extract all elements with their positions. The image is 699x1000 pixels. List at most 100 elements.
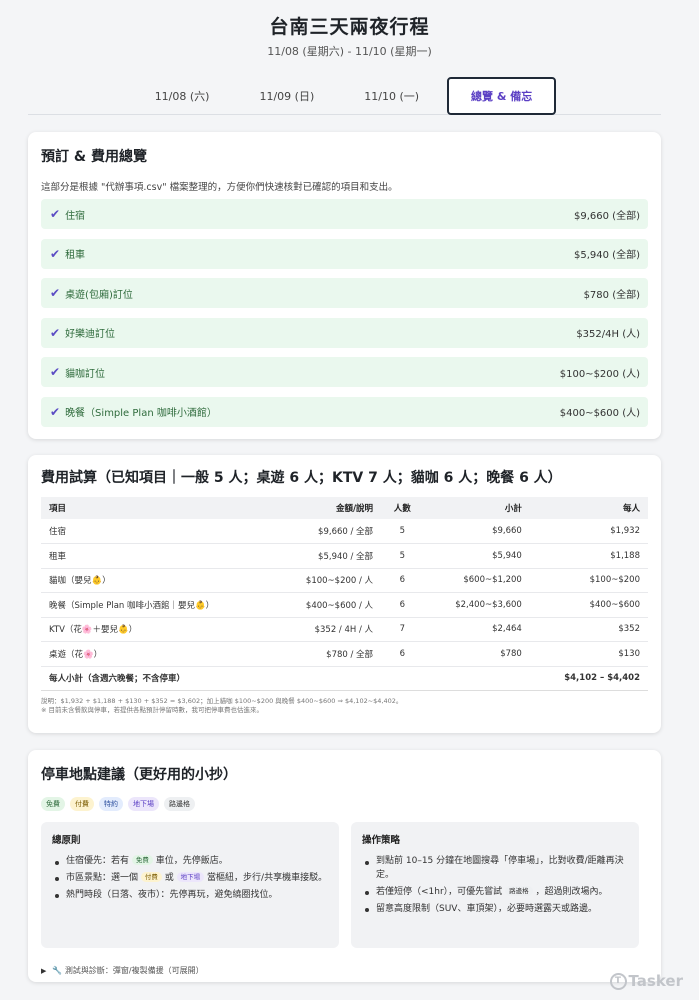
tag-underground: 地下場	[128, 797, 159, 811]
list-item: 熱門時段（日落、夜市）：先停再玩，避免繞圈找位。	[52, 889, 328, 903]
col-amount: 金額/說明	[335, 504, 374, 514]
strategy-list: 到點前 10–15 分鐘在地圖搜尋「停車場」，比對收費/距離再決定。 若僅短停（…	[362, 855, 628, 917]
total-label: 每人小計（含週六晚餐；不含停車）	[41, 666, 530, 691]
table-row: 貓咖（嬰兒👶） $100~$200 / 人 6 $600~$1,200 $100…	[41, 568, 648, 593]
parking-title: 停車地點建議（更好用的小抄）	[41, 767, 237, 783]
booking-row: ✔ 晚餐（Simple Plan 咖啡小酒館） $400~$600 (人)	[41, 396, 648, 427]
tag-roadside: 路邊格	[505, 885, 533, 896]
tasker-logo-icon: T	[609, 972, 627, 990]
cell-subtotal: $2,464	[423, 617, 530, 642]
tab-day2[interactable]: 11/09 (日)	[237, 78, 336, 114]
estimate-title: 費用試算（已知項目｜一般 5 人；桌遊 6 人；KTV 7 人；貓咖 6 人；晚…	[41, 470, 562, 486]
booking-row: ✔ 好樂迪訂位 $352/4H (人)	[41, 317, 648, 348]
cell-item: 貓咖（嬰兒👶）	[41, 568, 275, 593]
page-title: 台南三天兩夜行程	[269, 16, 430, 38]
estimate-note: 說明：$1,932 + $1,188 + $130 + $352 = $3,60…	[41, 697, 648, 716]
list-item: 留意高度限制（SUV、車頂架），必要時選露天或路邊。	[362, 903, 628, 917]
col-per: 每人	[622, 504, 640, 514]
text-fragment: 市區景點：選一個	[66, 872, 139, 883]
booking-label: 桌遊(包廂)訂位	[65, 289, 133, 301]
principles-list: 住宿優先：若有 免費 車位，先停飯店。 市區景點：選一個 付費 或 地下場 當樞…	[52, 855, 328, 903]
cell-per: $400~$600	[529, 592, 648, 618]
list-item: 市區景點：選一個 付費 或 地下場 當樞紐，步行/共享機車接駁。	[52, 871, 328, 886]
booking-value: $780 (全部)	[583, 289, 640, 301]
cell-item: 桌遊（花🌸）	[41, 641, 275, 667]
table-row: 晚餐（Simple Plan 咖啡小酒館｜嬰兒👶） $400~$600 / 人 …	[41, 592, 648, 618]
booking-label: 租車	[65, 250, 86, 261]
tag-special: 特約	[99, 797, 123, 811]
cell-amount: $9,660 / 全部	[274, 519, 382, 544]
principles-title: 總原則	[52, 835, 81, 846]
text-fragment: 或	[164, 872, 174, 883]
diagnostics-toggle[interactable]: ▶ 🔧 測試與診斷：彈窗/複製備援（可展開）	[41, 965, 648, 976]
cell-people: 5	[381, 519, 424, 544]
check-icon: ✔	[50, 404, 61, 419]
booking-card: 預訂 & 費用總覽 這部分是根據 "代辦事項.csv" 檔案整理的，方便你們快速…	[28, 132, 661, 439]
cell-per: $1,188	[529, 543, 648, 569]
booking-value: $5,940 (全部)	[574, 250, 640, 261]
check-icon: ✔	[50, 365, 61, 379]
cell-per: $1,932	[529, 519, 648, 544]
check-icon: ✔	[50, 286, 61, 300]
tag-free: 免費	[41, 797, 65, 811]
booking-label: 晚餐（Simple Plan 咖啡小酒館）	[65, 408, 217, 419]
cell-subtotal: $9,660	[423, 519, 530, 544]
table-row: 桌遊（花🌸） $780 / 全部 6 $780 $130	[41, 641, 648, 667]
booking-row: ✔ 住宿 $9,660 (全部)	[41, 199, 648, 229]
total-row: 每人小計（含週六晚餐；不含停車） $4,102 – $4,402	[41, 666, 648, 691]
tab-overview[interactable]: 總覽 & 備忘	[447, 77, 557, 115]
cell-item: 租車	[41, 543, 275, 569]
list-item: 若僅短停（<1hr），可優先嘗試 路邊格 ，超過則改場內。	[362, 885, 628, 900]
cell-amount: $780 / 全部	[274, 641, 382, 667]
booking-row: ✔ 桌遊(包廂)訂位 $780 (全部)	[41, 278, 648, 308]
booking-row: ✔ 租車 $5,940 (全部)	[41, 238, 648, 269]
tab-day1[interactable]: 11/08 (六)	[133, 78, 232, 114]
table-header-row: 項目 金額/說明 人數 小計 每人	[41, 497, 648, 519]
booking-row: ✔ 貓咖訂位 $100~$200 (人)	[41, 357, 648, 387]
parking-boxes: 總原則 住宿優先：若有 免費 車位，先停飯店。 市區景點：選一個 付費 或 地下…	[41, 822, 648, 948]
tag-free: 免費	[131, 855, 153, 865]
tab-day3[interactable]: 11/10 (一)	[342, 78, 441, 114]
cell-per: $100~$200	[529, 568, 648, 593]
booking-list: ✔ 住宿 $9,660 (全部) ✔ 租車 $5,940 (全部) ✔ 桌遊(包廂)訂…	[41, 199, 648, 427]
booking-value: $9,660 (全部)	[574, 210, 640, 222]
parking-legend: 免費 付費 特約 地下場 路邊格	[41, 797, 648, 811]
table-row: 租車 $5,940 / 全部 5 $5,940 $1,188	[41, 543, 648, 569]
booking-value: $400~$600 (人)	[559, 408, 640, 419]
booking-label: 好樂迪訂位	[65, 329, 116, 340]
watermark-text: Tasker	[628, 972, 684, 990]
page-subtitle: 11/08 (星期六) - 11/10 (星期一)	[267, 45, 432, 58]
strategy-box: 操作策略 到點前 10–15 分鐘在地圖搜尋「停車場」，比對收費/距離再決定。 …	[351, 822, 639, 948]
cell-per: $352	[529, 617, 648, 642]
cell-people: 7	[381, 617, 424, 642]
list-item: 到點前 10–15 分鐘在地圖搜尋「停車場」，比對收費/距離再決定。	[362, 855, 628, 883]
cell-subtotal: $5,940	[423, 543, 530, 569]
text-fragment: ，超過則改場內。	[535, 886, 608, 897]
watermark-logo: T Tasker	[609, 972, 684, 990]
col-subtotal: 小計	[504, 504, 522, 514]
booking-value: $100~$200 (人)	[559, 368, 640, 380]
col-people: 人數	[393, 504, 411, 514]
cell-subtotal: $2,400~$3,600	[423, 592, 530, 618]
cell-people: 6	[381, 568, 424, 593]
tag-underground: 地下場	[176, 871, 205, 882]
check-icon: ✔	[50, 246, 61, 261]
booking-label: 住宿	[65, 210, 86, 222]
parking-card: 停車地點建議（更好用的小抄） 免費 付費 特約 地下場 路邊格 總原則 住宿優先…	[28, 750, 661, 982]
cell-item: KTV（花🌸＋嬰兒👶）	[41, 617, 275, 642]
cell-subtotal: $600~$1,200	[423, 568, 530, 593]
cell-item: 晚餐（Simple Plan 咖啡小酒館｜嬰兒👶）	[41, 592, 275, 618]
tag-paid: 付費	[70, 797, 94, 811]
booking-label: 貓咖訂位	[65, 368, 106, 380]
booking-title: 預訂 & 費用總覽	[41, 149, 147, 165]
booking-description: 這部分是根據 "代辦事項.csv" 檔案整理的，方便你們快速核對已確認的項目和支…	[41, 182, 398, 193]
cell-people: 6	[381, 592, 424, 618]
estimate-card: 費用試算（已知項目｜一般 5 人；桌遊 6 人；KTV 7 人；貓咖 6 人；晚…	[28, 455, 661, 733]
col-item: 項目	[49, 504, 67, 514]
table-row: 住宿 $9,660 / 全部 5 $9,660 $1,932	[41, 519, 648, 544]
cell-people: 6	[381, 641, 424, 667]
booking-value: $352/4H (人)	[576, 329, 640, 340]
cell-amount: $352 / 4H / 人	[274, 617, 382, 642]
cell-subtotal: $780	[423, 641, 530, 667]
cell-amount: $400~$600 / 人	[274, 592, 382, 618]
